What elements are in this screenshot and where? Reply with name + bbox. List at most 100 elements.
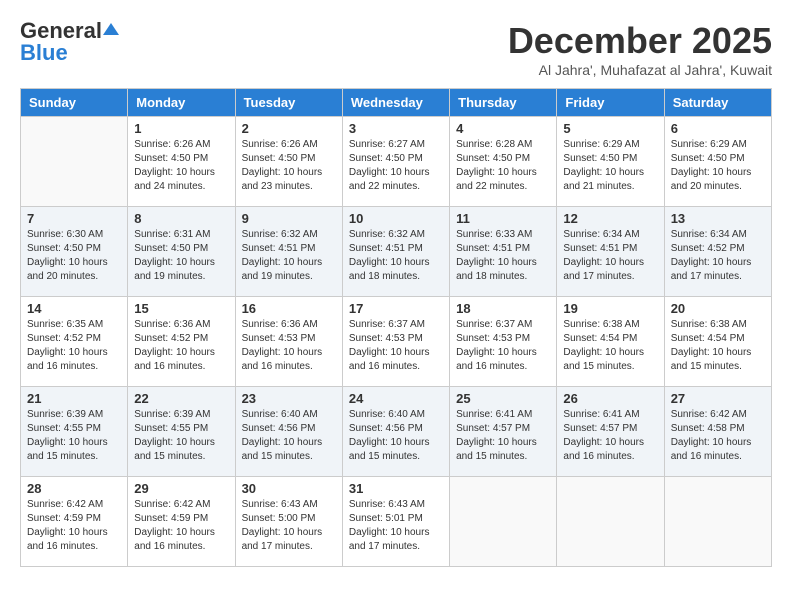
day-header-thursday: Thursday [450,89,557,117]
day-number: 17 [349,301,443,316]
day-number: 19 [563,301,657,316]
day-info: Sunrise: 6:34 AMSunset: 4:52 PMDaylight:… [671,228,765,284]
day-number: 25 [456,391,550,406]
calendar-cell: 25Sunrise: 6:41 AMSunset: 4:57 PMDayligh… [450,387,557,477]
logo-blue-text: Blue [20,42,68,64]
calendar-cell: 7Sunrise: 6:30 AMSunset: 4:50 PMDaylight… [21,207,128,297]
calendar-cell: 13 Sunrise: 6:34 AMSunset: 4:52 PMDayligh… [664,207,771,297]
calendar-cell: 18Sunrise: 6:37 AMSunset: 4:53 PMDayligh… [450,297,557,387]
logo: General Blue [20,20,119,64]
day-info: Sunrise: 6:36 AMSunset: 4:52 PMDaylight:… [134,318,228,374]
day-number: 11 [456,211,550,226]
day-info: Sunrise: 6:29 AMSunset: 4:50 PMDaylight:… [563,138,657,194]
day-info: Sunrise: 6:31 AMSunset: 4:50 PMDaylight:… [134,228,228,284]
calendar-cell: 27Sunrise: 6:42 AMSunset: 4:58 PMDayligh… [664,387,771,477]
calendar-cell [450,477,557,567]
calendar-cell: 6 Sunrise: 6:29 AMSunset: 4:50 PMDaylight… [664,117,771,207]
calendar-cell: 29 Sunrise: 6:42 AMSunset: 4:59 PMDayligh… [128,477,235,567]
calendar-week-row: 1 Sunrise: 6:26 AMSunset: 4:50 PMDaylight… [21,117,772,207]
calendar-cell: 31Sunrise: 6:43 AMSunset: 5:01 PMDayligh… [342,477,449,567]
calendar-cell: 28 Sunrise: 6:42 AMSunset: 4:59 PMDayligh… [21,477,128,567]
day-info: Sunrise: 6:28 AMSunset: 4:50 PMDaylight:… [456,138,550,194]
calendar-week-row: 21 Sunrise: 6:39 AMSunset: 4:55 PMDayligh… [21,387,772,477]
calendar-cell: 2 Sunrise: 6:26 AMSunset: 4:50 PMDaylight… [235,117,342,207]
day-info: Sunrise: 6:39 AMSunset: 4:55 PMDaylight:… [134,408,228,464]
day-number: 13 [671,211,765,226]
title-section: December 2025 Al Jahra', Muhafazat al Ja… [508,20,772,78]
calendar-cell: 11 Sunrise: 6:33 AMSunset: 4:51 PMDayligh… [450,207,557,297]
day-number: 1 [134,121,228,136]
day-info: Sunrise: 6:26 AMSunset: 4:50 PMDaylight:… [134,138,228,194]
calendar-cell: 15Sunrise: 6:36 AMSunset: 4:52 PMDayligh… [128,297,235,387]
day-number: 2 [242,121,336,136]
day-info: Sunrise: 6:36 AMSunset: 4:53 PMDaylight:… [242,318,336,374]
calendar-cell [664,477,771,567]
calendar-cell: 19 Sunrise: 6:38 AMSunset: 4:54 PMDayligh… [557,297,664,387]
page-header: General Blue December 2025 Al Jahra', Mu… [20,20,772,78]
day-number: 14 [27,301,121,316]
calendar-cell: 12 Sunrise: 6:34 AMSunset: 4:51 PMDayligh… [557,207,664,297]
day-number: 7 [27,211,121,226]
day-info: Sunrise: 6:38 AMSunset: 4:54 PMDaylight:… [563,318,657,374]
calendar-cell: 30Sunrise: 6:43 AMSunset: 5:00 PMDayligh… [235,477,342,567]
day-number: 30 [242,481,336,496]
day-number: 20 [671,301,765,316]
calendar-cell: 14 Sunrise: 6:35 AMSunset: 4:52 PMDayligh… [21,297,128,387]
day-info: Sunrise: 6:32 AMSunset: 4:51 PMDaylight:… [242,228,336,284]
day-number: 8 [134,211,228,226]
day-header-sunday: Sunday [21,89,128,117]
day-number: 6 [671,121,765,136]
day-header-monday: Monday [128,89,235,117]
calendar-week-row: 14 Sunrise: 6:35 AMSunset: 4:52 PMDayligh… [21,297,772,387]
day-number: 16 [242,301,336,316]
day-number: 3 [349,121,443,136]
day-number: 24 [349,391,443,406]
calendar-cell: 1 Sunrise: 6:26 AMSunset: 4:50 PMDaylight… [128,117,235,207]
day-info: Sunrise: 6:32 AMSunset: 4:51 PMDaylight:… [349,228,443,284]
day-number: 10 [349,211,443,226]
calendar-cell: 16 Sunrise: 6:36 AMSunset: 4:53 PMDayligh… [235,297,342,387]
day-number: 18 [456,301,550,316]
day-info: Sunrise: 6:26 AMSunset: 4:50 PMDaylight:… [242,138,336,194]
day-info: Sunrise: 6:37 AMSunset: 4:53 PMDaylight:… [349,318,443,374]
calendar-week-row: 28 Sunrise: 6:42 AMSunset: 4:59 PMDayligh… [21,477,772,567]
day-info: Sunrise: 6:27 AMSunset: 4:50 PMDaylight:… [349,138,443,194]
month-title: December 2025 [508,20,772,62]
day-number: 26 [563,391,657,406]
day-header-friday: Friday [557,89,664,117]
calendar-cell: 4 Sunrise: 6:28 AMSunset: 4:50 PMDaylight… [450,117,557,207]
day-number: 23 [242,391,336,406]
day-number: 22 [134,391,228,406]
calendar-cell: 26Sunrise: 6:41 AMSunset: 4:57 PMDayligh… [557,387,664,477]
calendar-cell [21,117,128,207]
day-header-tuesday: Tuesday [235,89,342,117]
calendar-cell: 9 Sunrise: 6:32 AMSunset: 4:51 PMDaylight… [235,207,342,297]
day-info: Sunrise: 6:39 AMSunset: 4:55 PMDaylight:… [27,408,121,464]
day-number: 27 [671,391,765,406]
calendar-cell: 22 Sunrise: 6:39 AMSunset: 4:55 PMDayligh… [128,387,235,477]
day-info: Sunrise: 6:42 AMSunset: 4:59 PMDaylight:… [27,498,121,554]
calendar-cell: 17 Sunrise: 6:37 AMSunset: 4:53 PMDayligh… [342,297,449,387]
day-number: 31 [349,481,443,496]
day-number: 12 [563,211,657,226]
day-info: Sunrise: 6:40 AMSunset: 4:56 PMDaylight:… [349,408,443,464]
calendar-table: SundayMondayTuesdayWednesdayThursdayFrid… [20,88,772,567]
day-number: 4 [456,121,550,136]
day-info: Sunrise: 6:42 AMSunset: 4:59 PMDaylight:… [134,498,228,554]
day-info: Sunrise: 6:33 AMSunset: 4:51 PMDaylight:… [456,228,550,284]
day-number: 21 [27,391,121,406]
day-info: Sunrise: 6:38 AMSunset: 4:54 PMDaylight:… [671,318,765,374]
day-info: Sunrise: 6:29 AMSunset: 4:50 PMDaylight:… [671,138,765,194]
calendar-cell [557,477,664,567]
day-header-saturday: Saturday [664,89,771,117]
day-info: Sunrise: 6:34 AMSunset: 4:51 PMDaylight:… [563,228,657,284]
calendar-cell: 24 Sunrise: 6:40 AMSunset: 4:56 PMDayligh… [342,387,449,477]
day-header-wednesday: Wednesday [342,89,449,117]
day-number: 29 [134,481,228,496]
calendar-header-row: SundayMondayTuesdayWednesdayThursdayFrid… [21,89,772,117]
day-info: Sunrise: 6:35 AMSunset: 4:52 PMDaylight:… [27,318,121,374]
logo-icon [103,21,119,37]
day-number: 9 [242,211,336,226]
calendar-cell: 20 Sunrise: 6:38 AMSunset: 4:54 PMDayligh… [664,297,771,387]
day-number: 28 [27,481,121,496]
